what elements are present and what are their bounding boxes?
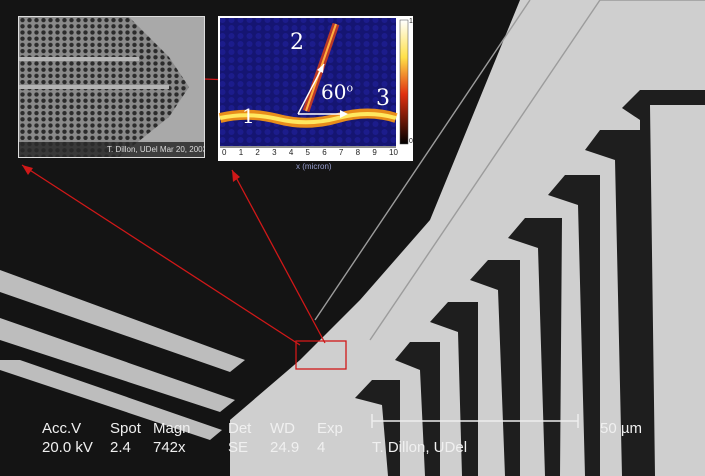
port-label-2: 2 xyxy=(290,30,304,55)
info-value-spot: 2.4 xyxy=(110,439,131,456)
x-axis-ticks: 0 1 2 3 4 5 6 7 8 9 10 xyxy=(222,148,398,157)
operator-label: T. Dillon, UDel xyxy=(372,439,468,456)
info-header-magn: Magn xyxy=(153,420,191,437)
field-map-inset: 1 2 3 60o 0 1 2 3 4 5 6 7 8 9 10 1 0 xyxy=(218,16,413,161)
sem-inset-caption: T. Dillon, UDel Mar 20, 2003 xyxy=(107,145,205,154)
info-value-accv: 20.0 kV xyxy=(42,439,93,456)
info-header-wd: WD xyxy=(270,420,295,437)
colorbar xyxy=(399,19,409,145)
info-value-exp: 4 xyxy=(317,439,326,456)
angle-label: 60o xyxy=(321,80,354,104)
info-header-spot: Spot xyxy=(110,420,141,437)
x-axis-label: x (micron) xyxy=(296,162,332,171)
info-value-det: SE xyxy=(228,439,249,456)
sem-inset-image: T. Dillon, UDel Mar 20, 2003 xyxy=(18,16,205,158)
port-label-1: 1 xyxy=(242,104,255,128)
colorbar-tick-bottom: 0 xyxy=(409,138,413,145)
scale-label: 50 µm xyxy=(600,420,642,437)
info-header-accv: Acc.V xyxy=(42,420,82,437)
info-value-magn: 742x xyxy=(153,439,186,456)
colorbar-tick-top: 1 xyxy=(409,18,413,25)
info-header-det: Det xyxy=(228,420,252,437)
info-header-exp: Exp xyxy=(317,420,343,437)
port-label-3: 3 xyxy=(376,86,390,111)
info-value-wd: 24.9 xyxy=(270,439,300,456)
